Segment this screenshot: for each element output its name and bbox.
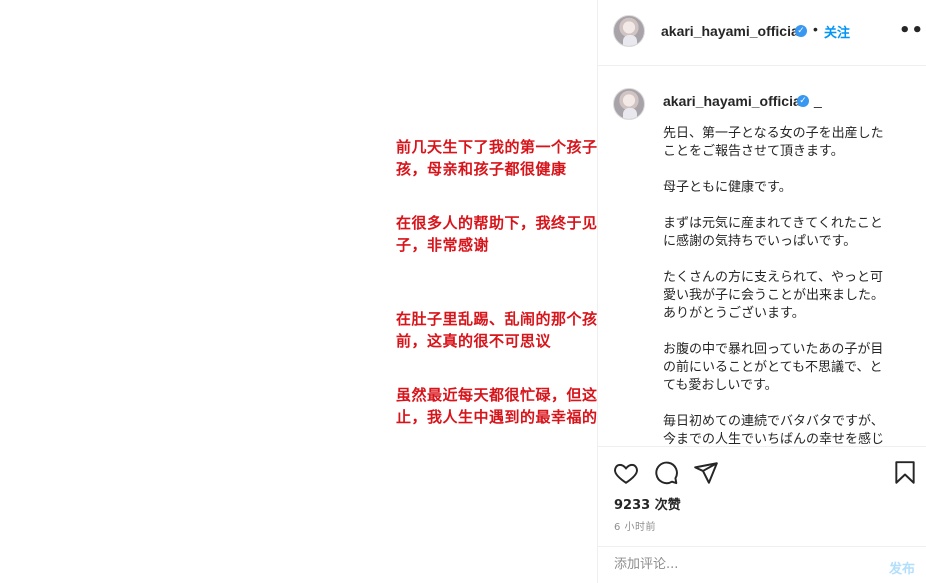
caption-line: 愛い我が子に会うことが出来ました。 bbox=[663, 288, 885, 303]
caption-line: ことをご報告させて頂きます。 bbox=[663, 144, 844, 159]
more-options-icon[interactable]: ••• bbox=[899, 20, 926, 41]
verified-icon: ✓ bbox=[795, 25, 807, 37]
heart-icon[interactable] bbox=[613, 460, 639, 486]
overlay-text-line: 子，非常感谢 bbox=[396, 236, 490, 254]
instagram-post-view: 前几天生下了我的第一个孩子，是女 孩，母亲和孩子都很健康 在很多人的帮助下，我终… bbox=[0, 0, 926, 583]
overlay-text-line: 前，这真的很不可思议 bbox=[396, 332, 552, 350]
overlay-text-line: 孩，母亲和孩子都很健康 bbox=[396, 160, 567, 178]
caption-line: まずは元気に産まれてきてくれたこと bbox=[663, 216, 883, 231]
avatar[interactable] bbox=[613, 15, 645, 47]
avatar[interactable] bbox=[613, 88, 645, 120]
caption-line: ありがとうございます。 bbox=[663, 306, 805, 321]
post-timestamp[interactable]: 6 小时前 bbox=[614, 518, 656, 533]
caption-line: 先日、第一子となる女の子を出産した bbox=[663, 126, 884, 141]
caption-line: 今までの人生でいちばんの幸せを感じ bbox=[663, 432, 885, 446]
caption-line: 毎日初めての連続でバタバタですが、 bbox=[663, 414, 884, 429]
caption-scroll-area[interactable]: akari_hayami_official ✓ _ 先日、第一子となる女の子を出… bbox=[598, 66, 926, 446]
post-header: akari_hayami_official ✓ • 关注 ••• bbox=[598, 0, 926, 66]
separator-dot: • bbox=[813, 21, 818, 37]
share-icon[interactable] bbox=[693, 460, 719, 486]
post-actions: 9233 次赞 6 小时前 bbox=[598, 446, 926, 546]
comment-icon[interactable] bbox=[653, 460, 679, 486]
verified-icon: ✓ bbox=[797, 95, 809, 107]
caption-line: お腹の中で暴れ回っていたあの子が目 bbox=[663, 342, 884, 357]
likes-count[interactable]: 9233 次赞 bbox=[614, 494, 681, 513]
caption-text: 先日、第一子となる女の子を出産した ことをご報告させて頂きます。 母子ともに健康で… bbox=[663, 125, 913, 446]
comment-bar: 发布 bbox=[598, 546, 926, 583]
post-image[interactable]: 前几天生下了我的第一个孩子，是女 孩，母亲和孩子都很健康 在很多人的帮助下，我终… bbox=[0, 0, 659, 583]
follow-button[interactable]: 关注 bbox=[824, 22, 850, 41]
caption-line: たくさんの方に支えられて、やっと可 bbox=[663, 270, 883, 285]
bookmark-icon[interactable] bbox=[892, 460, 918, 486]
caption-line: の前にいることがとても不思議で、と bbox=[663, 360, 883, 375]
caption-line: に感謝の気持ちでいっぱいです。 bbox=[663, 234, 857, 249]
post-comment-button[interactable]: 发布 bbox=[889, 558, 915, 577]
caption-line: ても愛おしいです。 bbox=[663, 378, 778, 393]
caption-username[interactable]: akari_hayami_official bbox=[663, 93, 805, 109]
header-username[interactable]: akari_hayami_official bbox=[661, 23, 803, 39]
caption-line: 母子ともに健康です。 bbox=[663, 180, 792, 195]
post-side-panel: akari_hayami_official ✓ • 关注 ••• akari_h… bbox=[597, 0, 926, 583]
caption-suffix: _ bbox=[814, 92, 822, 108]
comment-input[interactable] bbox=[614, 557, 864, 572]
